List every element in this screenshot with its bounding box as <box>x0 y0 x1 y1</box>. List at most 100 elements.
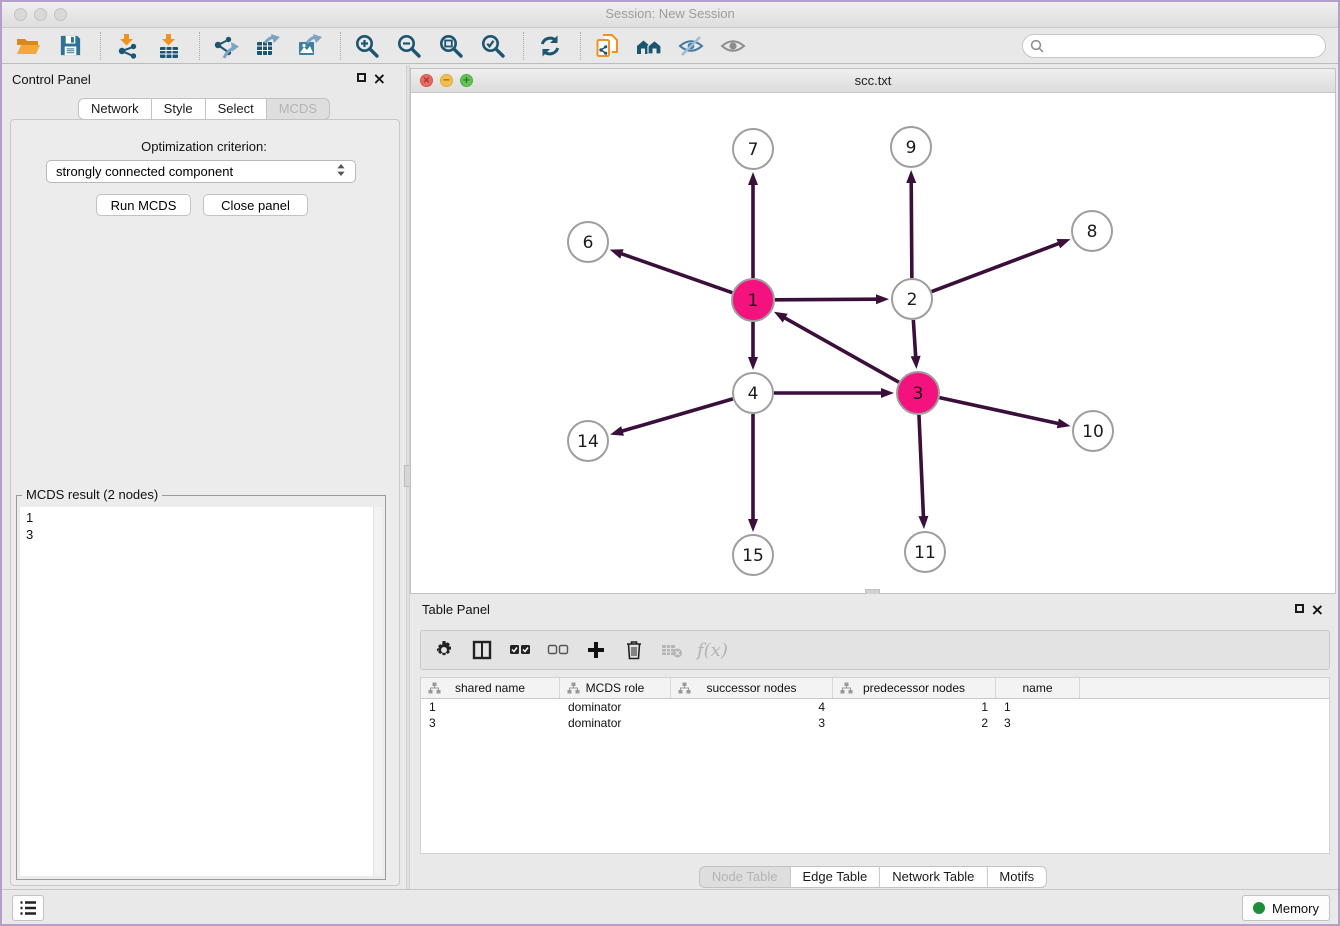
criterion-selected-value: strongly connected component <box>56 164 233 179</box>
run-mcds-button[interactable]: Run MCDS <box>96 194 191 216</box>
column-header-label: successor nodes <box>706 681 796 695</box>
right-column: × − + scc.txt 7968124314101511 Table Pan… <box>410 65 1338 890</box>
edge-3-1[interactable] <box>784 318 898 383</box>
delete-column-button[interactable] <box>621 637 647 663</box>
edge-1-2[interactable] <box>775 299 877 300</box>
function-builder-button[interactable]: f(x) <box>697 637 728 663</box>
edge-arrowhead <box>748 357 758 370</box>
zoom-selected-icon <box>480 33 506 59</box>
edge-3-10[interactable] <box>939 398 1058 424</box>
tab-select[interactable]: Select <box>206 98 267 120</box>
delete-table-button[interactable] <box>659 637 685 663</box>
export-table-button[interactable] <box>254 32 282 60</box>
tab-style[interactable]: Style <box>152 98 206 120</box>
deselect-all-columns-button[interactable] <box>545 637 571 663</box>
table-close-icon[interactable]: × <box>1311 604 1324 615</box>
table-panel: Table Panel × <box>410 594 1336 890</box>
column-header-MCDS-role[interactable]: MCDS role <box>560 678 671 698</box>
table-cell[interactable]: 1 <box>996 700 1080 714</box>
refresh-view-button[interactable] <box>536 32 564 60</box>
table-header-row: shared nameMCDS role successor nodes prede… <box>421 678 1329 699</box>
tab-mcds[interactable]: MCDS <box>267 98 330 120</box>
import-table-button[interactable] <box>155 32 183 60</box>
eye-icon <box>720 33 746 59</box>
column-header-shared-name[interactable]: shared name <box>421 678 560 698</box>
network-view-window: × − + scc.txt 7968124314101511 <box>410 68 1336 594</box>
node-label-9: 9 <box>906 138 917 158</box>
memory-button[interactable]: Memory <box>1242 895 1330 921</box>
add-column-button[interactable] <box>583 637 609 663</box>
tab-network-table[interactable]: Network Table <box>880 866 987 888</box>
first-neighbors-button[interactable] <box>635 32 663 60</box>
criterion-dropdown[interactable]: strongly connected component <box>46 160 356 183</box>
export-image-button[interactable] <box>296 32 324 60</box>
zoom-fit-button[interactable] <box>437 32 465 60</box>
eye-slash-icon <box>678 33 704 59</box>
task-history-button[interactable] <box>12 895 44 921</box>
select-all-columns-button[interactable] <box>507 637 533 663</box>
window-titlebar: Session: New Session <box>2 2 1338 28</box>
table-settings-button[interactable] <box>431 637 457 663</box>
column-header-successor-nodes[interactable]: successor nodes <box>671 678 833 698</box>
plus-icon <box>586 640 606 660</box>
gear-icon <box>434 640 454 660</box>
node-label-7: 7 <box>748 140 759 160</box>
export-network-button[interactable] <box>212 32 240 60</box>
table-cell[interactable]: 3 <box>421 716 560 730</box>
table-row[interactable]: 1dominator411 <box>421 699 1329 715</box>
table-cell[interactable]: 3 <box>671 716 833 730</box>
houses-icon <box>636 33 663 59</box>
table-cell[interactable]: 1 <box>833 700 996 714</box>
import-network-button[interactable] <box>113 32 141 60</box>
save-session-button[interactable] <box>56 32 84 60</box>
table-cell[interactable]: dominator <box>560 716 671 730</box>
edge-2-9[interactable] <box>911 182 912 278</box>
table-cell[interactable]: 2 <box>833 716 996 730</box>
close-panel-button[interactable]: Close panel <box>203 194 308 216</box>
close-panel-icon[interactable]: × <box>373 73 386 84</box>
toolbar-separator <box>580 32 581 60</box>
edge-2-3[interactable] <box>913 320 915 357</box>
table-panel-header: Table Panel × <box>410 594 1336 622</box>
column-header-label: predecessor nodes <box>863 681 965 695</box>
table-cell[interactable]: 1 <box>421 700 560 714</box>
search-field[interactable] <box>1022 34 1326 58</box>
edge-arrowhead <box>918 516 928 529</box>
copy-network-view-button[interactable] <box>593 32 621 60</box>
column-header-name[interactable]: name <box>996 678 1080 698</box>
zoom-in-button[interactable] <box>353 32 381 60</box>
table-cell[interactable]: 4 <box>671 700 833 714</box>
node-label-15: 15 <box>742 546 764 566</box>
hide-selected-button[interactable] <box>677 32 705 60</box>
table-row[interactable]: 3dominator323 <box>421 715 1329 731</box>
zoom-selected-button[interactable] <box>479 32 507 60</box>
network-canvas[interactable]: 7968124314101511 <box>411 92 1335 593</box>
edge-3-11[interactable] <box>919 415 923 517</box>
tab-motifs[interactable]: Motifs <box>987 866 1047 888</box>
tab-node-table[interactable]: Node Table <box>699 866 791 888</box>
edge-arrowhead <box>881 388 894 398</box>
result-scrollbar[interactable] <box>373 507 382 876</box>
float-panel-icon[interactable] <box>357 73 366 82</box>
show-all-button[interactable] <box>719 32 747 60</box>
search-input[interactable] <box>1049 37 1318 54</box>
mcds-result-area[interactable]: 1 3 <box>20 507 382 876</box>
edge-2-8[interactable] <box>932 243 1060 291</box>
table-cell[interactable]: 3 <box>996 716 1080 730</box>
tab-network[interactable]: Network <box>78 98 152 120</box>
table-float-icon[interactable] <box>1295 604 1304 613</box>
open-session-button[interactable] <box>14 32 42 60</box>
column-type-icon <box>840 682 853 697</box>
column-header-predecessor-nodes[interactable]: predecessor nodes <box>833 678 996 698</box>
edge-1-6[interactable] <box>621 254 732 293</box>
table-cell[interactable]: dominator <box>560 700 671 714</box>
node-label-10: 10 <box>1082 422 1104 442</box>
tab-edge-table[interactable]: Edge Table <box>790 866 880 888</box>
save-floppy-icon <box>58 33 83 58</box>
edge-4-14[interactable] <box>622 399 733 431</box>
node-label-8: 8 <box>1087 222 1098 242</box>
edge-arrowhead <box>610 249 624 258</box>
node-table: shared nameMCDS role successor nodes prede… <box>420 677 1330 854</box>
zoom-out-button[interactable] <box>395 32 423 60</box>
toggle-panel-view-button[interactable] <box>469 637 495 663</box>
